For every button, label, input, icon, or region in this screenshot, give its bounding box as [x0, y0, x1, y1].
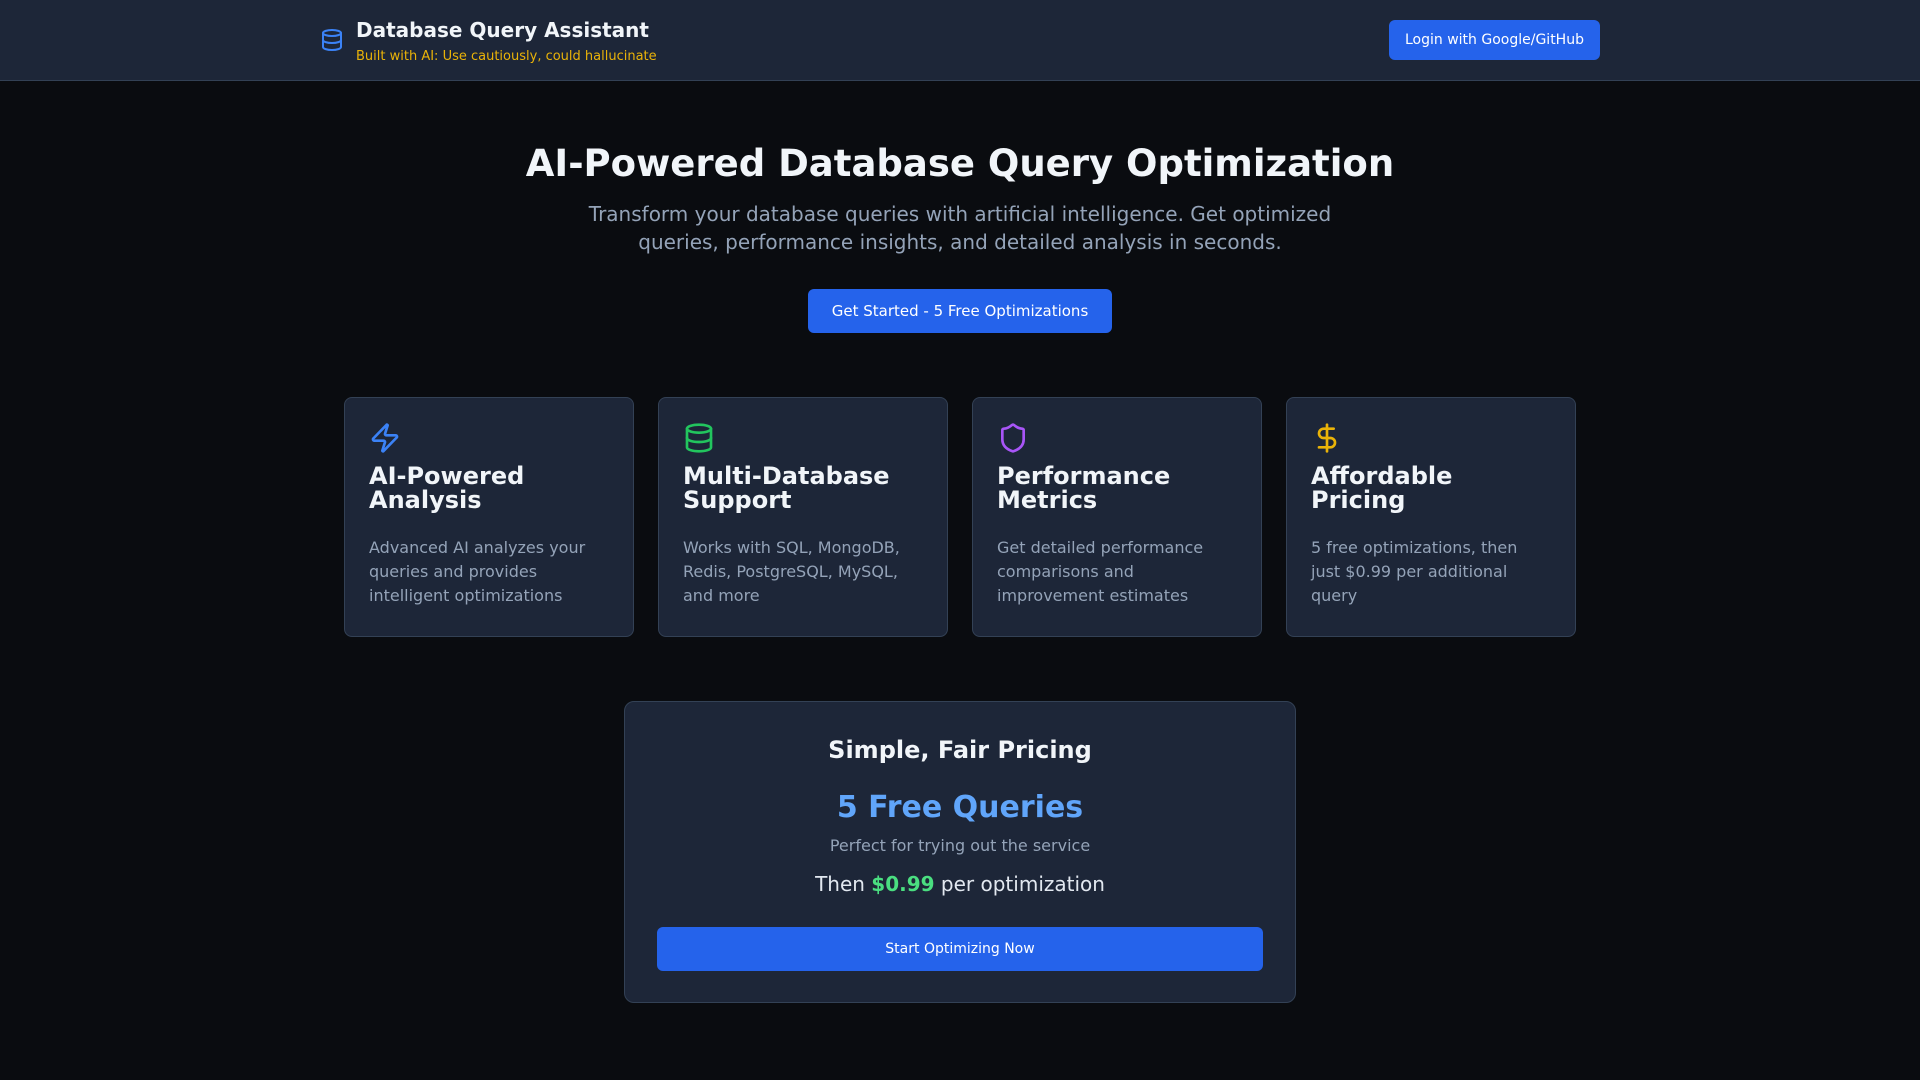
- feature-card-multi-database: Multi-Database Support Works with SQL, M…: [658, 397, 948, 637]
- app-title: Database Query Assistant: [356, 18, 649, 42]
- price-value: $0.99: [871, 872, 935, 896]
- pricing-card: Simple, Fair Pricing 5 Free Queries Perf…: [624, 701, 1296, 1003]
- hero-section: AI-Powered Database Query Optimization T…: [0, 140, 1920, 256]
- hero-subtitle: Transform your database queries with art…: [588, 202, 1332, 254]
- pricing-title: Simple, Fair Pricing: [828, 736, 1092, 764]
- feature-title: Performance Metrics: [997, 462, 1171, 514]
- feature-card-ai-analysis: AI-Powered Analysis Advanced AI analyzes…: [344, 397, 634, 637]
- brand[interactable]: Database Query Assistant Built with AI: …: [320, 18, 657, 65]
- login-button[interactable]: Login with Google/GitHub: [1389, 20, 1600, 60]
- features-grid: AI-Powered Analysis Advanced AI analyzes…: [344, 397, 1576, 637]
- database-icon: [322, 29, 342, 51]
- shield-icon: [1001, 423, 1025, 453]
- feature-title: Multi-Database Support: [683, 462, 890, 514]
- hero-title: AI-Powered Database Query Optimization: [525, 142, 1395, 185]
- dollar-icon: [1317, 423, 1337, 453]
- feature-description: Advanced AI analyzes your queries and pr…: [369, 538, 586, 605]
- lightning-icon: [371, 423, 399, 453]
- feature-description: Works with SQL, MongoDB, Redis, PostgreS…: [683, 538, 900, 605]
- feature-title: Affordable Pricing: [1311, 462, 1453, 514]
- start-optimizing-button[interactable]: Start Optimizing Now: [657, 927, 1263, 971]
- free-queries-label: 5 Free Queries: [836, 790, 1084, 825]
- get-started-button[interactable]: Get Started - 5 Free Optimizations: [808, 289, 1112, 333]
- database-icon: [685, 423, 713, 453]
- pricing-rate: Then $0.99 per optimization: [625, 870, 1295, 898]
- top-header: Database Query Assistant Built with AI: …: [0, 0, 1920, 81]
- pricing-then-prefix: Then: [815, 872, 865, 896]
- pricing-note: Perfect for trying out the service: [829, 836, 1091, 855]
- feature-card-pricing: Affordable Pricing 5 free optimizations,…: [1286, 397, 1576, 637]
- ai-disclaimer: Built with AI: Use cautiously, could hal…: [356, 49, 657, 64]
- feature-description: 5 free optimizations, then just $0.99 pe…: [1311, 538, 1518, 605]
- feature-card-performance: Performance Metrics Get detailed perform…: [972, 397, 1262, 637]
- pricing-then-suffix: per optimization: [940, 872, 1105, 896]
- feature-description: Get detailed performance comparisons and…: [997, 538, 1204, 605]
- feature-title: AI-Powered Analysis: [369, 462, 525, 514]
